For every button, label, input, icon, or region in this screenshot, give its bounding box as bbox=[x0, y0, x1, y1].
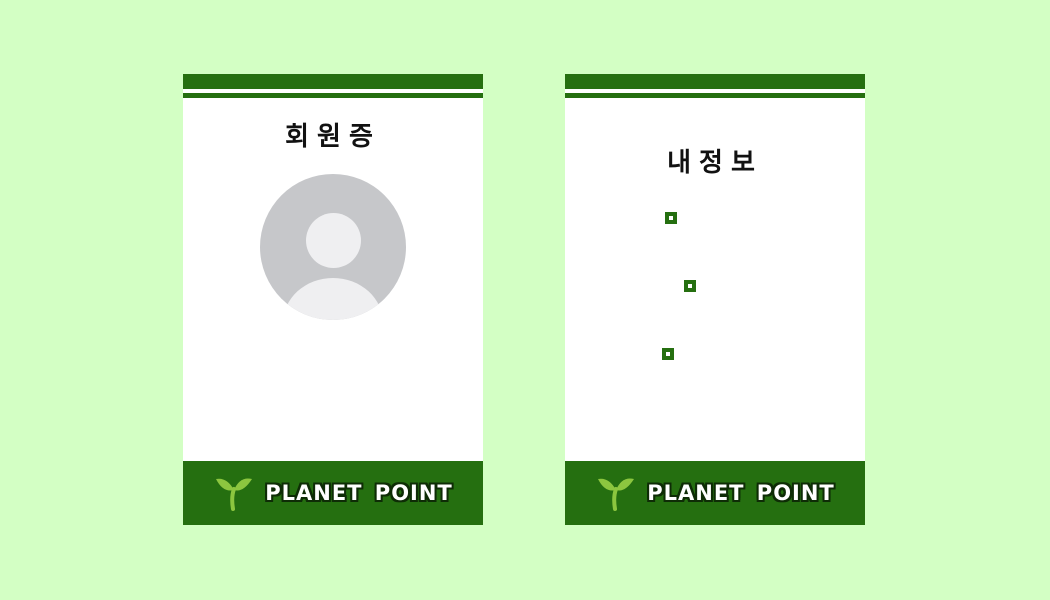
square-bullet-icon bbox=[662, 348, 674, 360]
header-bar bbox=[565, 74, 865, 89]
member-card: 회원증 PLANET POINT bbox=[183, 74, 483, 525]
default-user-avatar-icon bbox=[260, 174, 406, 320]
info-card-title: 내정보 bbox=[667, 148, 763, 178]
brand-name: PLANET POINT bbox=[647, 481, 835, 505]
member-card-title: 회원증 bbox=[285, 122, 381, 152]
square-bullet-icon bbox=[665, 212, 677, 224]
card-footer: PLANET POINT bbox=[183, 461, 483, 525]
card-footer: PLANET POINT bbox=[565, 461, 865, 525]
square-bullet-icon bbox=[684, 280, 696, 292]
header-stripe bbox=[183, 93, 483, 98]
header-bar bbox=[183, 74, 483, 89]
info-card: 내정보 PLANET POINT bbox=[565, 74, 865, 525]
header-stripe bbox=[565, 93, 865, 98]
brand-name: PLANET POINT bbox=[265, 481, 453, 505]
seedling-icon bbox=[598, 478, 635, 511]
seedling-icon bbox=[216, 478, 253, 511]
